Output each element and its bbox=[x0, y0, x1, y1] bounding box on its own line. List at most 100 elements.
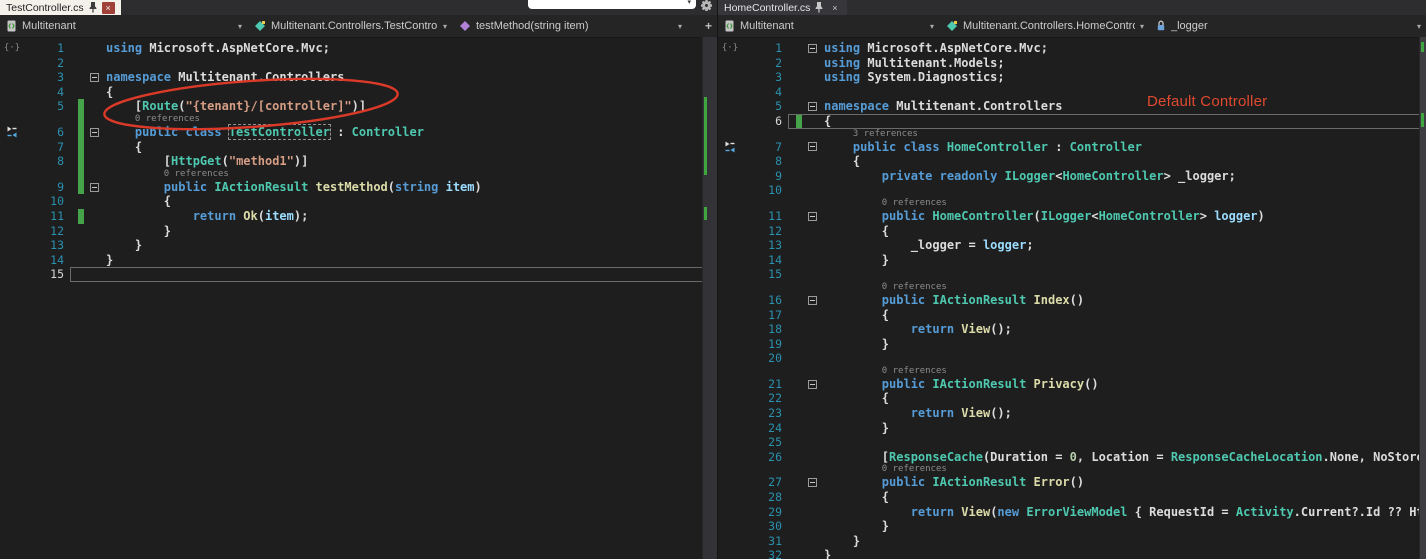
code-line[interactable]: 18 return View(); bbox=[718, 322, 1420, 337]
code-line[interactable]: 2 bbox=[0, 56, 703, 71]
code-text[interactable]: private readonly ILogger<HomeController>… bbox=[822, 169, 1236, 184]
line-number[interactable]: 18 bbox=[742, 322, 788, 337]
code-text[interactable] bbox=[822, 267, 824, 282]
code-text[interactable]: return Ok(item); bbox=[104, 209, 309, 224]
codelens-text[interactable]: 0 references bbox=[822, 198, 947, 209]
chevron-down-icon[interactable]: ▾ bbox=[687, 0, 691, 6]
line-number[interactable]: 8 bbox=[24, 154, 70, 169]
code-text[interactable]: { bbox=[822, 308, 889, 323]
code-line[interactable]: 6{ bbox=[718, 113, 1420, 129]
line-number[interactable]: 13 bbox=[742, 238, 788, 253]
code-text[interactable]: } bbox=[822, 421, 889, 436]
code-line[interactable]: 4 bbox=[718, 85, 1420, 100]
code-line[interactable]: 19 } bbox=[718, 337, 1420, 352]
code-line[interactable]: 15 bbox=[0, 267, 703, 282]
code-text[interactable]: { bbox=[104, 140, 142, 155]
line-number[interactable]: 19 bbox=[742, 337, 788, 352]
code-line[interactable]: 11 public HomeController(ILogger<HomeCon… bbox=[718, 209, 1420, 224]
project-dropdown[interactable]: Multitenant ▾ bbox=[0, 15, 248, 37]
code-text[interactable]: using Multitenant.Models; bbox=[822, 56, 1005, 71]
margin-bookmark-icon[interactable] bbox=[6, 126, 18, 138]
code-text[interactable] bbox=[822, 183, 824, 198]
code-line[interactable]: 32} bbox=[718, 548, 1420, 559]
close-icon[interactable]: × bbox=[828, 2, 841, 14]
line-number[interactable]: 2 bbox=[24, 56, 70, 71]
line-number[interactable]: 14 bbox=[742, 253, 788, 268]
line-number[interactable]: 13 bbox=[24, 238, 70, 253]
line-number[interactable]: 3 bbox=[742, 70, 788, 85]
line-number[interactable]: 11 bbox=[742, 209, 788, 224]
line-number[interactable]: 15 bbox=[24, 267, 70, 282]
code-line[interactable]: 9 private readonly ILogger<HomeControlle… bbox=[718, 169, 1420, 184]
code-text[interactable]: } bbox=[822, 253, 889, 268]
code-text[interactable]: [HttpGet("method1")] bbox=[104, 154, 309, 169]
code-text[interactable]: } bbox=[822, 534, 860, 549]
code-text[interactable]: return View(new ErrorViewModel { Request… bbox=[822, 505, 1426, 520]
fold-collapse-icon[interactable] bbox=[89, 72, 99, 82]
line-number[interactable]: 26 bbox=[742, 450, 788, 465]
fold-collapse-icon[interactable] bbox=[807, 478, 817, 488]
code-text[interactable]: { bbox=[104, 194, 171, 209]
line-number[interactable]: 14 bbox=[24, 253, 70, 268]
scrollbar-left[interactable] bbox=[702, 37, 717, 559]
code-line[interactable]: 2 using Multitenant.Models; bbox=[718, 56, 1420, 71]
code-line[interactable]: {·} 1 using Microsoft.AspNetCore.Mvc; bbox=[718, 41, 1420, 56]
line-number[interactable]: 17 bbox=[742, 308, 788, 323]
code-line[interactable]: 14} bbox=[0, 253, 703, 268]
code-text[interactable] bbox=[104, 267, 106, 282]
code-line[interactable]: 12 } bbox=[0, 224, 703, 239]
code-line[interactable]: 27 public IActionResult Error() bbox=[718, 475, 1420, 490]
fold-collapse-icon[interactable] bbox=[807, 379, 817, 389]
line-number[interactable]: 8 bbox=[742, 154, 788, 169]
codelens-text[interactable]: 0 references bbox=[104, 169, 229, 180]
line-number[interactable]: 25 bbox=[742, 435, 788, 450]
code-text[interactable]: public IActionResult Error() bbox=[822, 475, 1084, 490]
code-line[interactable]: 25 bbox=[718, 435, 1420, 450]
line-number[interactable]: 12 bbox=[24, 224, 70, 239]
line-number[interactable]: 20 bbox=[742, 351, 788, 366]
code-text[interactable]: { bbox=[822, 224, 889, 239]
code-line[interactable]: 16 public IActionResult Index() bbox=[718, 293, 1420, 308]
member-dropdown[interactable]: _logger ▾ bbox=[1150, 15, 1426, 37]
code-text[interactable]: public HomeController(ILogger<HomeContro… bbox=[822, 209, 1265, 224]
code-text[interactable]: } bbox=[822, 548, 831, 559]
codelens-text[interactable]: 0 references bbox=[822, 366, 947, 377]
code-text[interactable]: public IActionResult testMethod(string i… bbox=[104, 180, 482, 195]
code-text[interactable]: public IActionResult Index() bbox=[822, 293, 1084, 308]
code-text[interactable]: _logger = logger; bbox=[822, 238, 1034, 253]
code-text[interactable]: using Microsoft.AspNetCore.Mvc; bbox=[822, 41, 1048, 56]
fold-collapse-icon[interactable] bbox=[807, 142, 817, 152]
line-number[interactable]: 5 bbox=[24, 99, 70, 114]
code-text[interactable]: { bbox=[104, 85, 113, 100]
code-line[interactable]: 21 public IActionResult Privacy() bbox=[718, 377, 1420, 392]
code-line[interactable]: 13 _logger = logger; bbox=[718, 238, 1420, 253]
line-number[interactable]: 22 bbox=[742, 391, 788, 406]
line-number[interactable]: 9 bbox=[24, 180, 70, 195]
line-number[interactable]: 11 bbox=[24, 209, 70, 224]
code-line[interactable]: 30 } bbox=[718, 519, 1420, 534]
split-editor-icon[interactable]: + bbox=[705, 20, 712, 32]
line-number[interactable]: 12 bbox=[742, 224, 788, 239]
fold-collapse-icon[interactable] bbox=[89, 182, 99, 192]
margin-bookmark-icon[interactable] bbox=[724, 141, 736, 153]
line-number[interactable]: 30 bbox=[742, 519, 788, 534]
code-text[interactable]: { bbox=[822, 114, 831, 129]
code-line[interactable]: 3 using System.Diagnostics; bbox=[718, 70, 1420, 85]
line-number[interactable]: 2 bbox=[742, 56, 788, 71]
line-number[interactable]: 5 bbox=[742, 99, 788, 114]
code-line[interactable]: 12 { bbox=[718, 224, 1420, 239]
line-number[interactable]: 29 bbox=[742, 505, 788, 520]
code-text[interactable]: } bbox=[104, 253, 113, 268]
line-number[interactable]: 6 bbox=[742, 114, 788, 129]
fold-collapse-icon[interactable] bbox=[807, 211, 817, 221]
code-text[interactable]: { bbox=[822, 154, 860, 169]
code-line[interactable]: 20 bbox=[718, 351, 1420, 366]
code-text[interactable]: } bbox=[822, 337, 889, 352]
code-line[interactable]: 5 namespace Multitenant.Controllers bbox=[718, 99, 1420, 114]
code-text[interactable]: return View(); bbox=[822, 322, 1012, 337]
fold-collapse-icon[interactable] bbox=[807, 43, 817, 53]
code-text[interactable]: using Microsoft.AspNetCore.Mvc; bbox=[104, 41, 330, 56]
code-line[interactable]: 9 public IActionResult testMethod(string… bbox=[0, 179, 703, 195]
tab-homecontroller[interactable]: HomeController.cs × bbox=[718, 0, 848, 15]
code-text[interactable]: { bbox=[822, 490, 889, 505]
